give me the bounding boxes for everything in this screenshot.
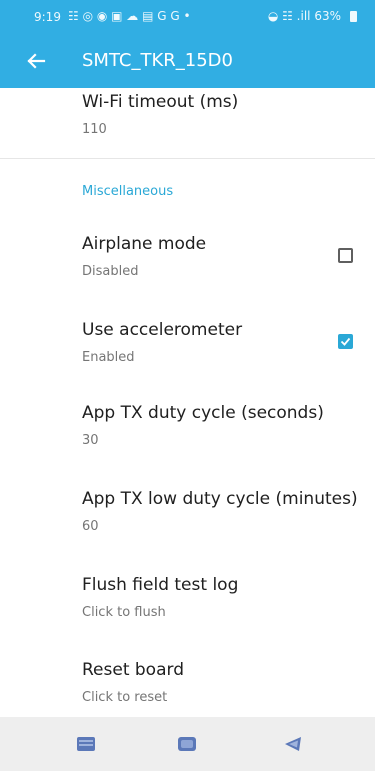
home-icon[interactable] xyxy=(177,736,197,752)
navigation-bar xyxy=(0,717,375,771)
airplane-mode-checkbox[interactable] xyxy=(338,248,353,263)
setting-summary: Click to reset xyxy=(82,690,168,705)
setting-flush-field-test-log[interactable]: Flush field test log Click to flush xyxy=(82,575,238,620)
checkmark-icon xyxy=(340,337,351,346)
use-accelerometer-checkbox[interactable] xyxy=(338,334,353,349)
battery-text: ◒ ☷ .ill 63% xyxy=(267,9,341,23)
battery-icon xyxy=(350,10,357,22)
status-time: 9:19 xyxy=(34,10,61,24)
setting-summary: 60 xyxy=(82,519,99,534)
section-divider xyxy=(0,158,375,159)
app-bar: 9:19 ☷ ◎ ◉ ▣ ☁ ▤ G G • ◒ ☷ .ill 63% SMTC… xyxy=(0,0,375,88)
back-triangle-icon[interactable] xyxy=(283,736,303,752)
setting-reset-board[interactable]: Reset board Click to reset xyxy=(82,660,184,705)
setting-title: Airplane mode xyxy=(82,234,207,254)
settings-list: Wi-Fi timeout (ms) 110 Miscellaneous Air… xyxy=(0,88,375,717)
setting-wifi-timeout[interactable]: Wi-Fi timeout (ms) 110 xyxy=(82,92,238,137)
setting-airplane-mode[interactable]: Airplane mode Disabled xyxy=(82,234,206,279)
setting-summary: 110 xyxy=(82,122,107,137)
setting-summary: Enabled xyxy=(82,350,135,365)
setting-title: Wi-Fi timeout (ms) xyxy=(82,92,239,112)
category-miscellaneous: Miscellaneous xyxy=(82,184,174,199)
setting-title: App TX low duty cycle (minutes) xyxy=(82,489,358,509)
setting-app-tx-low-duty-cycle[interactable]: App TX low duty cycle (minutes) 60 xyxy=(82,489,358,534)
setting-title: Reset board xyxy=(82,660,184,680)
setting-app-tx-duty-cycle[interactable]: App TX duty cycle (seconds) 30 xyxy=(82,403,324,448)
system-status-icons: ◒ ☷ .ill 63% xyxy=(268,9,357,23)
setting-summary: Disabled xyxy=(82,264,139,279)
arrow-left-icon[interactable] xyxy=(22,47,50,75)
page-title: SMTC_TKR_15D0 xyxy=(82,50,233,71)
setting-summary: 30 xyxy=(82,433,99,448)
setting-summary: Click to flush xyxy=(82,605,166,620)
status-bar: 9:19 ☷ ◎ ◉ ▣ ☁ ▤ G G • ◒ ☷ .ill 63% xyxy=(0,0,375,36)
setting-use-accelerometer[interactable]: Use accelerometer Enabled xyxy=(82,320,242,365)
setting-title: Flush field test log xyxy=(82,575,239,595)
recents-icon[interactable] xyxy=(76,736,96,752)
notification-icons: ☷ ◎ ◉ ▣ ☁ ▤ G G • xyxy=(68,9,191,23)
setting-title: Use accelerometer xyxy=(82,320,243,340)
setting-title: App TX duty cycle (seconds) xyxy=(82,403,324,423)
